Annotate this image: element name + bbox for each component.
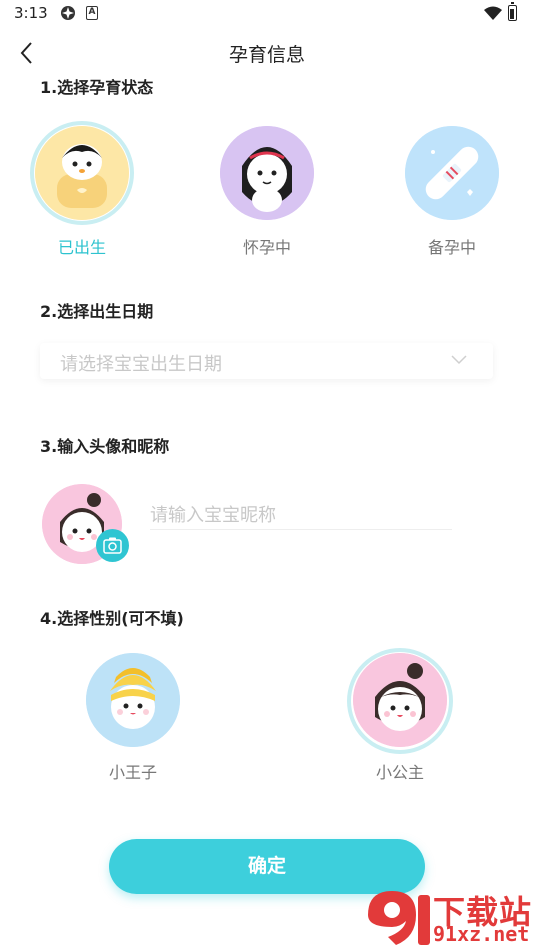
status-option-born[interactable]: 已出生: [22, 126, 142, 258]
gender-label-girl: 小公主: [375, 763, 424, 782]
pregnant-avatar-icon: [220, 126, 314, 220]
section-nickname-title: 3.输入头像和昵称: [40, 437, 170, 456]
preparing-avatar-icon: [405, 126, 499, 220]
gender-label-boy: 小王子: [108, 763, 157, 782]
section-date-title: 2.选择出生日期: [40, 302, 154, 321]
status-label-born: 已出生: [57, 238, 106, 257]
birth-date-select[interactable]: 请选择宝宝出生日期: [40, 343, 493, 379]
status-label-pregnant: 怀孕中: [242, 238, 291, 257]
battery-icon: [508, 2, 517, 21]
gender-option-girl[interactable]: 小公主: [335, 653, 465, 783]
section-status-title: 1.选择孕育状态: [40, 78, 154, 97]
born-avatar-icon: [35, 126, 129, 220]
page-title: 孕育信息: [228, 44, 305, 66]
status-time: 3:13: [14, 4, 48, 22]
girl-avatar-icon: [353, 653, 447, 747]
nav-bar: 孕育信息: [0, 32, 534, 72]
status-label-preparing: 备孕中: [427, 238, 476, 257]
wifi-icon: [484, 6, 502, 20]
section-gender-title: 4.选择性别(可不填): [40, 609, 184, 628]
boy-avatar-icon: [86, 653, 180, 747]
watermark-url: 91xz.net: [433, 922, 530, 946]
camera-icon[interactable]: [96, 529, 129, 562]
status-bar: 3:13 A: [0, 0, 534, 28]
status-option-preparing[interactable]: 备孕中: [392, 126, 512, 258]
birth-date-placeholder: 请选择宝宝出生日期: [60, 354, 222, 375]
notification-icon: A: [86, 6, 98, 20]
gender-option-boy[interactable]: 小王子: [68, 653, 198, 783]
nickname-input[interactable]: [150, 502, 452, 530]
chevron-down-icon: [451, 355, 467, 365]
sync-icon: [61, 6, 75, 20]
status-option-pregnant[interactable]: 怀孕中: [207, 126, 327, 258]
